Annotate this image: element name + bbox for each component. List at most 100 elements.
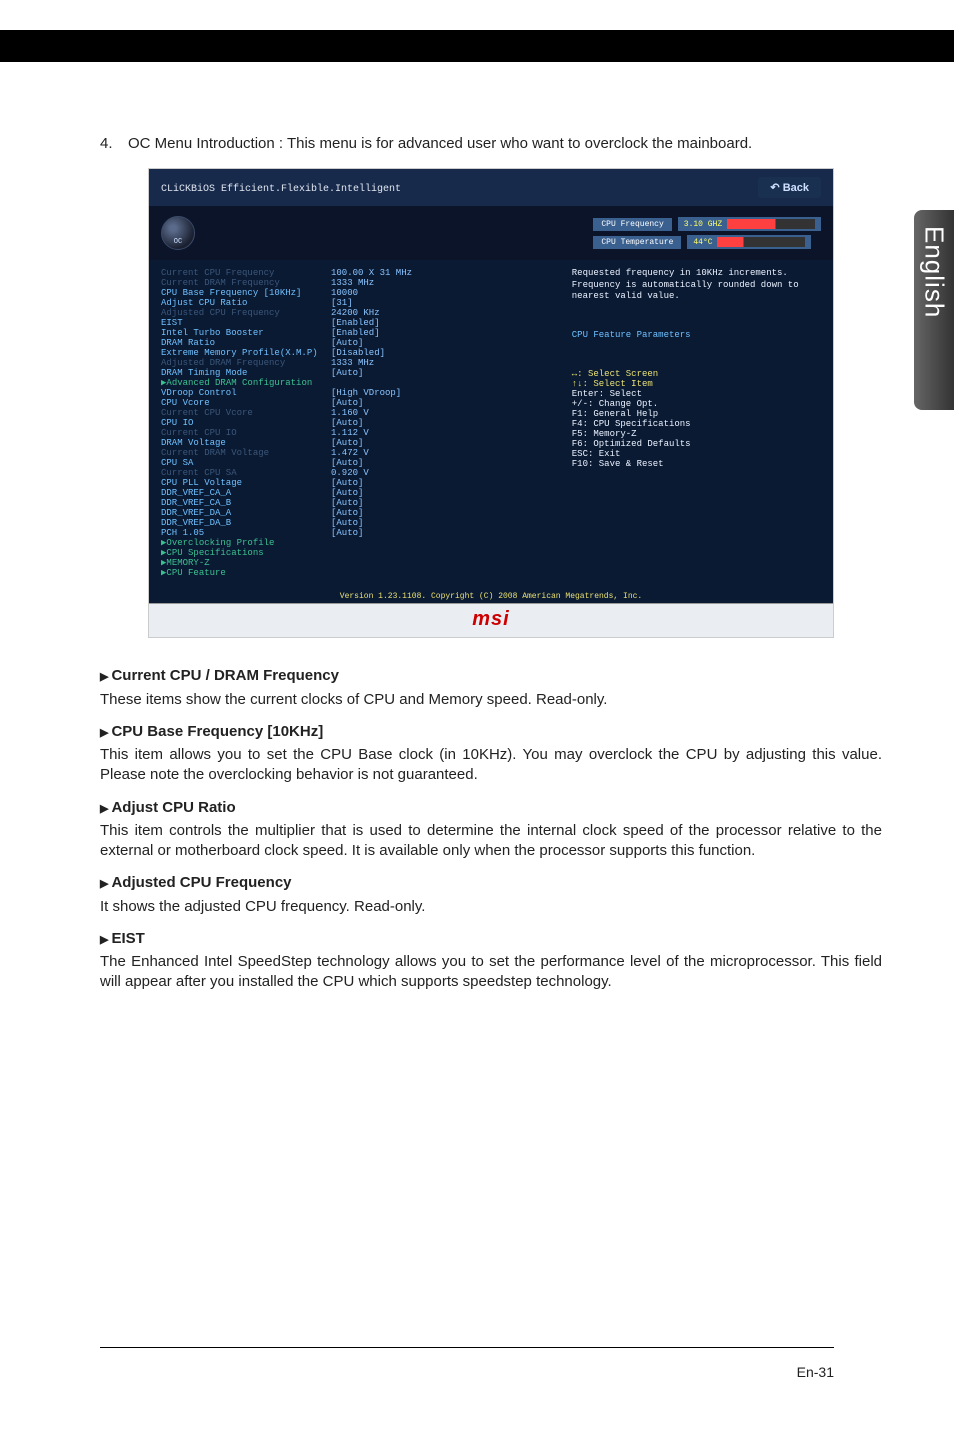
bios-row-key: Current DRAM Frequency [161,278,331,288]
bios-row-key: PCH 1.05 [161,528,331,538]
hint-line: Enter: Select [572,389,821,399]
bios-row-key: CPU SA [161,458,331,468]
bios-row[interactable]: Current CPU Frequency100.00 X 31 MHz [161,268,560,278]
section-heading: ▶Adjusted CPU Frequency [100,873,882,893]
bios-row-value: [Enabled] [331,328,380,338]
footer-rule [100,1347,834,1348]
msi-brand: msi [149,603,833,637]
hint-line: F5: Memory-Z [572,429,821,439]
bios-row-key: DDR_VREF_DA_B [161,518,331,528]
section-heading: ▶Current CPU / DRAM Frequency [100,666,882,686]
doc-section: ▶Adjusted CPU Frequency It shows the adju… [100,873,882,917]
bios-row[interactable]: Current DRAM Frequency1333 MHz [161,278,560,288]
bios-row[interactable]: Current CPU Vcore1.160 V [161,408,560,418]
bios-row-key: EIST [161,318,331,328]
bios-row-key: Adjust CPU Ratio [161,298,331,308]
bios-row[interactable]: VDroop Control[High VDroop] [161,388,560,398]
bios-row-value: [Auto] [331,438,363,448]
section-title: CPU Base Frequency [10KHz] [111,723,323,740]
bios-row-key: CPU PLL Voltage [161,478,331,488]
bios-row-key: CPU Vcore [161,398,331,408]
bios-row-value: [Disabled] [331,348,385,358]
bios-settings-list: Current CPU Frequency100.00 X 31 MHzCurr… [161,268,560,578]
freq-label: CPU Frequency [593,218,671,231]
bios-row[interactable]: DRAM Timing Mode[Auto] [161,368,560,378]
bios-row-key: DDR_VREF_CA_A [161,488,331,498]
bios-row-key: DDR_VREF_CA_B [161,498,331,508]
help-text: Requested frequency in 10KHz increments.… [572,268,821,302]
bios-row-key: ▶Overclocking Profile [161,538,331,548]
section-body: This item allows you to set the CPU Base… [100,745,882,786]
bios-row-value: [Auto] [331,478,363,488]
bios-row-value: [Auto] [331,338,363,348]
section-heading: ▶CPU Base Frequency [10KHz] [100,722,882,742]
bios-row-value: [Auto] [331,418,363,428]
bios-row[interactable]: Current DRAM Voltage1.472 V [161,448,560,458]
hint-line: ↔: Select Screen [572,369,821,379]
bios-row[interactable]: Adjusted DRAM Frequency1333 MHz [161,358,560,368]
doc-section: ▶CPU Base Frequency [10KHz] This item all… [100,722,882,786]
triangle-icon: ▶ [100,671,108,683]
bios-row[interactable]: EIST[Enabled] [161,318,560,328]
bios-row[interactable]: ▶Overclocking Profile [161,538,560,548]
cpu-temp-stat: CPU Temperature 44°C [593,235,821,249]
bios-row-value: 24200 KHz [331,308,380,318]
bios-row-value: [Auto] [331,508,363,518]
bios-row[interactable]: DDR_VREF_CA_B[Auto] [161,498,560,508]
bios-row[interactable]: Extreme Memory Profile(X.M.P)[Disabled] [161,348,560,358]
bios-row-value: [Auto] [331,498,363,508]
triangle-icon: ▶ [100,727,108,739]
bios-row-key: CPU Base Frequency [10KHz] [161,288,331,298]
bios-row[interactable]: DRAM Voltage[Auto] [161,438,560,448]
bios-row[interactable]: ▶CPU Specifications [161,548,560,558]
bios-row[interactable]: Intel Turbo Booster[Enabled] [161,328,560,338]
page-number: En-31 [797,1364,834,1380]
hint-line: F10: Save & Reset [572,459,821,469]
bios-row[interactable]: CPU IO[Auto] [161,418,560,428]
hint-line: ESC: Exit [572,449,821,459]
bios-row-value: 1.160 V [331,408,369,418]
bios-row[interactable]: DDR_VREF_DA_B[Auto] [161,518,560,528]
bios-row[interactable]: CPU Base Frequency [10KHz]10000 [161,288,560,298]
intro-text: OC Menu Introduction : This menu is for … [128,134,752,154]
bios-row-value: [High VDroop] [331,388,401,398]
bios-row[interactable]: CPU PLL Voltage[Auto] [161,478,560,488]
back-button[interactable]: ↶ Back [758,177,821,198]
bios-row-value: [Enabled] [331,318,380,328]
bios-row-value: 100.00 X 31 MHz [331,268,412,278]
key-hints: ↔: Select Screen↑↓: Select ItemEnter: Se… [572,369,821,469]
bios-titlebar: CLiCKBiOS Efficient.Flexible.Intelligent… [149,169,833,206]
bios-screenshot: CLiCKBiOS Efficient.Flexible.Intelligent… [148,168,834,638]
section-body: It shows the adjusted CPU frequency. Rea… [100,897,882,917]
bios-row-key: Current CPU SA [161,468,331,478]
bios-row-value: 1.112 V [331,428,369,438]
bios-row-value: 1333 MHz [331,278,374,288]
bios-row-value: [31] [331,298,353,308]
bios-row-value: [Auto] [331,518,363,528]
triangle-icon: ▶ [100,934,108,946]
bios-row-key: VDroop Control [161,388,331,398]
bios-row[interactable]: CPU Vcore[Auto] [161,398,560,408]
bios-row[interactable]: Adjust CPU Ratio[31] [161,298,560,308]
bios-row[interactable]: Adjusted CPU Frequency24200 KHz [161,308,560,318]
help-text-2: CPU Feature Parameters [572,330,821,341]
intro-paragraph: 4. OC Menu Introduction : This menu is f… [100,134,882,154]
bios-row-key: ▶MEMORY-Z [161,558,331,568]
bios-row[interactable]: ▶Advanced DRAM Configuration [161,378,560,388]
bios-row-value: [Auto] [331,488,363,498]
bios-row[interactable]: DDR_VREF_CA_A[Auto] [161,488,560,498]
bios-row[interactable]: CPU SA[Auto] [161,458,560,468]
bios-row[interactable]: PCH 1.05[Auto] [161,528,560,538]
bios-row[interactable]: ▶MEMORY-Z [161,558,560,568]
bios-row[interactable]: DRAM Ratio[Auto] [161,338,560,348]
bios-row[interactable]: Current CPU IO1.112 V [161,428,560,438]
triangle-icon: ▶ [100,878,108,890]
bios-row-key: Current CPU Vcore [161,408,331,418]
bios-row-key: Adjusted DRAM Frequency [161,358,331,368]
bios-row[interactable]: ▶CPU Feature [161,568,560,578]
hint-line: F6: Optimized Defaults [572,439,821,449]
bios-row-key: DRAM Timing Mode [161,368,331,378]
bios-row[interactable]: Current CPU SA0.920 V [161,468,560,478]
bios-row[interactable]: DDR_VREF_DA_A[Auto] [161,508,560,518]
bios-status-row: OC CPU Frequency 3.10 GHZ CPU Temperatur… [149,206,833,260]
